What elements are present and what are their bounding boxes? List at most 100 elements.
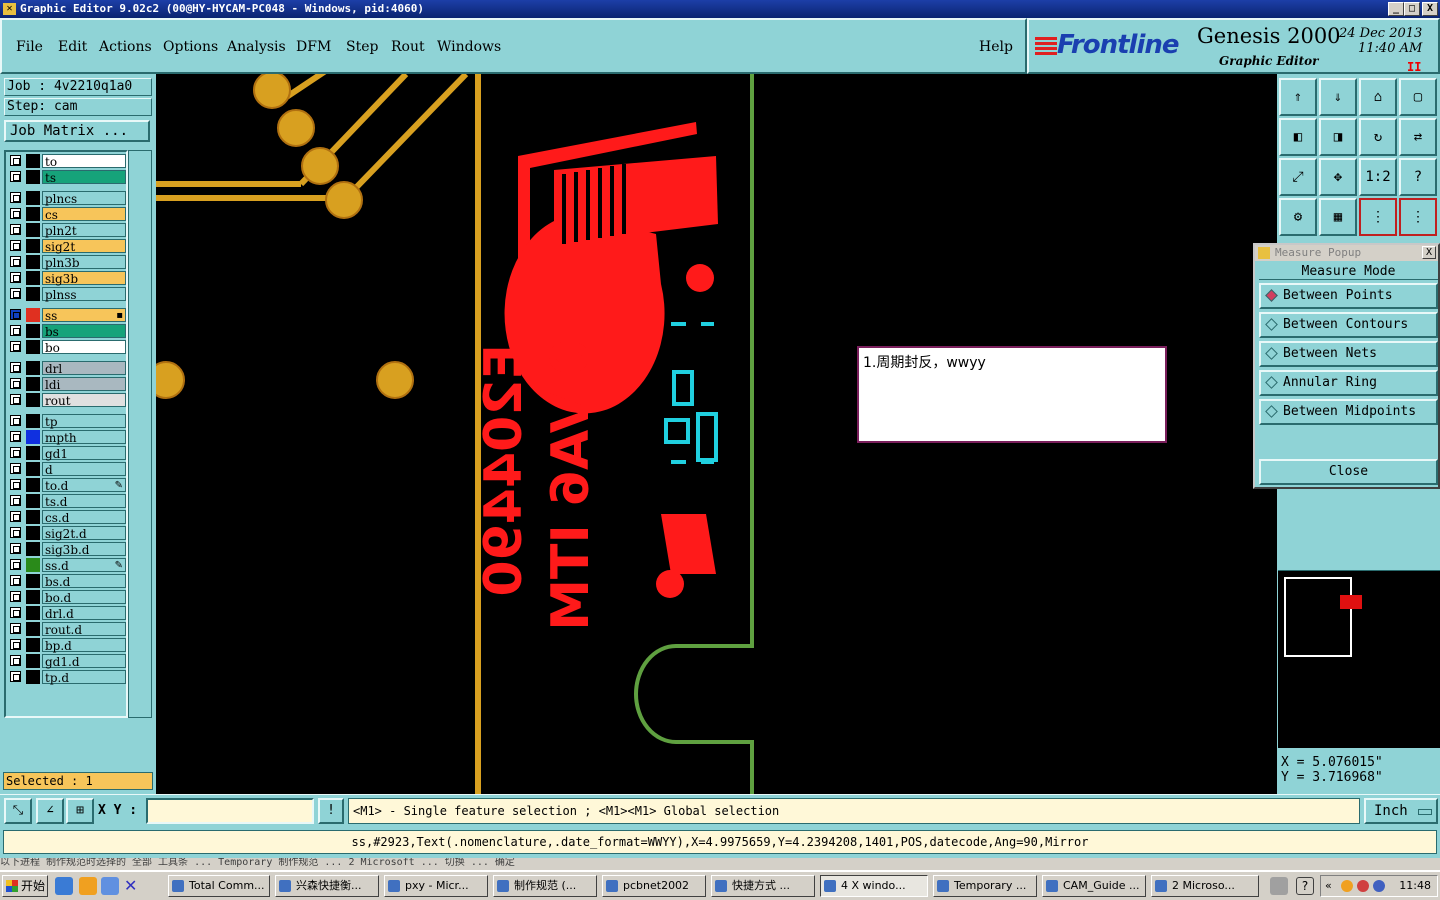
- layer-checkbox[interactable]: [10, 543, 21, 554]
- layer-color-swatch[interactable]: [26, 170, 40, 184]
- layer-checkbox[interactable]: [10, 607, 21, 618]
- tray-expand-icon[interactable]: «: [1325, 876, 1332, 896]
- menu-dfm[interactable]: DFM: [296, 39, 331, 55]
- layer-checkbox[interactable]: [10, 325, 21, 336]
- layer-row-gd1[interactable]: gd1: [8, 446, 126, 461]
- layer-checkbox[interactable]: [10, 256, 21, 267]
- layer-row-plnss[interactable]: plnss: [8, 287, 126, 302]
- layer-checkbox[interactable]: [10, 415, 21, 426]
- layer-row-rout[interactable]: rout: [8, 393, 126, 408]
- alert-button[interactable]: !: [318, 798, 344, 824]
- home-icon[interactable]: ⌂: [1359, 78, 1397, 116]
- task-spec[interactable]: 制作规范 (...: [493, 875, 597, 897]
- layer-row-pln2t[interactable]: pln2t: [8, 223, 126, 238]
- layer-row-ts[interactable]: ts: [8, 170, 126, 185]
- layer-checkbox[interactable]: [10, 655, 21, 666]
- layer-row-ts-d[interactable]: ts.d: [8, 494, 126, 509]
- menu-analysis[interactable]: Analysis: [227, 39, 286, 55]
- clock-icon[interactable]: [79, 877, 97, 895]
- note-popup[interactable]: 1.周期封反，wwyy: [857, 346, 1167, 443]
- layer-color-swatch[interactable]: [26, 308, 40, 322]
- zoom-fit-icon[interactable]: ⤢: [1279, 158, 1317, 196]
- grid-icon[interactable]: ▦: [1319, 198, 1357, 236]
- job-matrix-button[interactable]: Job Matrix ...: [4, 120, 150, 142]
- layer-row-to[interactable]: to: [8, 154, 126, 169]
- tray-clock-icon[interactable]: [1341, 880, 1353, 892]
- layer-color-swatch[interactable]: [26, 670, 40, 684]
- layer-checkbox[interactable]: [10, 378, 21, 389]
- layer-color-swatch[interactable]: [26, 654, 40, 668]
- measure-close-button[interactable]: Close: [1259, 459, 1438, 485]
- settings-icon[interactable]: ⚙: [1279, 198, 1317, 236]
- layer-scrollbar[interactable]: [128, 150, 152, 718]
- layer-checkbox[interactable]: [10, 671, 21, 682]
- layer-checkbox[interactable]: [10, 639, 21, 650]
- layer-row-drl-d[interactable]: drl.d: [8, 606, 126, 621]
- help-icon[interactable]: ?: [1296, 877, 1314, 895]
- task-x-windows[interactable]: 4 X windo...: [820, 875, 928, 897]
- layer-color-swatch[interactable]: [26, 526, 40, 540]
- pause-icon[interactable]: II: [1407, 60, 1421, 74]
- rotate-icon[interactable]: ↻: [1359, 118, 1397, 156]
- measure-points-icon[interactable]: ⋮: [1359, 198, 1397, 236]
- zoom-center-icon[interactable]: ✥: [1319, 158, 1357, 196]
- xy-input[interactable]: [146, 798, 314, 824]
- layer-row-bp-d[interactable]: bp.d: [8, 638, 126, 653]
- layer-color-swatch[interactable]: [26, 446, 40, 460]
- layer-color-swatch[interactable]: [26, 361, 40, 375]
- layer-row-bs-d[interactable]: bs.d: [8, 574, 126, 589]
- task-temporary[interactable]: Temporary ...: [933, 875, 1037, 897]
- layer-checkbox[interactable]: [10, 591, 21, 602]
- layer-row-pln3b[interactable]: pln3b: [8, 255, 126, 270]
- layer-color-swatch[interactable]: [26, 478, 40, 492]
- layer-row-sig2t[interactable]: sig2t: [8, 239, 126, 254]
- layer-color-swatch[interactable]: [26, 606, 40, 620]
- window-icon[interactable]: ▢: [1399, 78, 1437, 116]
- layer-color-swatch[interactable]: [26, 239, 40, 253]
- layer-row-tp[interactable]: tp: [8, 414, 126, 429]
- ie-icon[interactable]: [55, 877, 73, 895]
- layer-row-tp-d[interactable]: tp.d: [8, 670, 126, 685]
- layer-row-sig3b[interactable]: sig3b: [8, 271, 126, 286]
- layer-row-plncs[interactable]: plncs: [8, 191, 126, 206]
- layer-checkbox[interactable]: [10, 224, 21, 235]
- layer-checkbox[interactable]: [10, 208, 21, 219]
- layer-checkbox[interactable]: [10, 511, 21, 522]
- layer-row-ss-d[interactable]: ss.d ✎: [8, 558, 126, 573]
- layer-color-swatch[interactable]: [26, 377, 40, 391]
- task-xingsen[interactable]: 兴森快捷衡...: [275, 875, 379, 897]
- measure-popup-close-x[interactable]: X: [1422, 246, 1436, 259]
- mode-between-contours[interactable]: Between Contours: [1259, 312, 1438, 338]
- layer-color-swatch[interactable]: [26, 324, 40, 338]
- mode-between-nets[interactable]: Between Nets: [1259, 341, 1438, 367]
- angle-snap-icon[interactable]: ∠: [36, 798, 64, 824]
- scale-1-2-icon[interactable]: 1:2: [1359, 158, 1397, 196]
- layer-checkbox[interactable]: [10, 240, 21, 251]
- mode-annular-ring[interactable]: Annular Ring: [1259, 370, 1438, 396]
- measure-nets-icon[interactable]: ⋮: [1399, 198, 1437, 236]
- layer-checkbox[interactable]: [10, 272, 21, 283]
- layer-color-swatch[interactable]: [26, 430, 40, 444]
- menu-actions[interactable]: Actions: [99, 39, 152, 55]
- task-pcbnet[interactable]: pcbnet2002: [602, 875, 706, 897]
- layer-row-bs[interactable]: bs: [8, 324, 126, 339]
- layer-color-swatch[interactable]: [26, 542, 40, 556]
- flip-icon[interactable]: ⇄: [1399, 118, 1437, 156]
- layer-color-swatch[interactable]: [26, 223, 40, 237]
- tray-network-icon[interactable]: [1373, 880, 1385, 892]
- layer-row-sig3b-d[interactable]: sig3b.d: [8, 542, 126, 557]
- task-shortcut[interactable]: 快捷方式 ...: [711, 875, 815, 897]
- layer-row-drl[interactable]: drl: [8, 361, 126, 376]
- layer-row-ldi[interactable]: ldi: [8, 377, 126, 392]
- layer-checkbox[interactable]: [10, 309, 21, 320]
- layer-color-swatch[interactable]: [26, 462, 40, 476]
- move-right-icon[interactable]: ◨: [1319, 118, 1357, 156]
- menu-rout[interactable]: Rout: [391, 39, 425, 55]
- layer-color-swatch[interactable]: [26, 255, 40, 269]
- layer-checkbox[interactable]: [10, 623, 21, 634]
- browser-icon[interactable]: [101, 877, 119, 895]
- task-microsoft[interactable]: 2 Microso...: [1151, 875, 1259, 897]
- layer-row-sig2t-d[interactable]: sig2t.d: [8, 526, 126, 541]
- task-pxy[interactable]: pxy - Micr...: [384, 875, 488, 897]
- layer-color-swatch[interactable]: [26, 510, 40, 524]
